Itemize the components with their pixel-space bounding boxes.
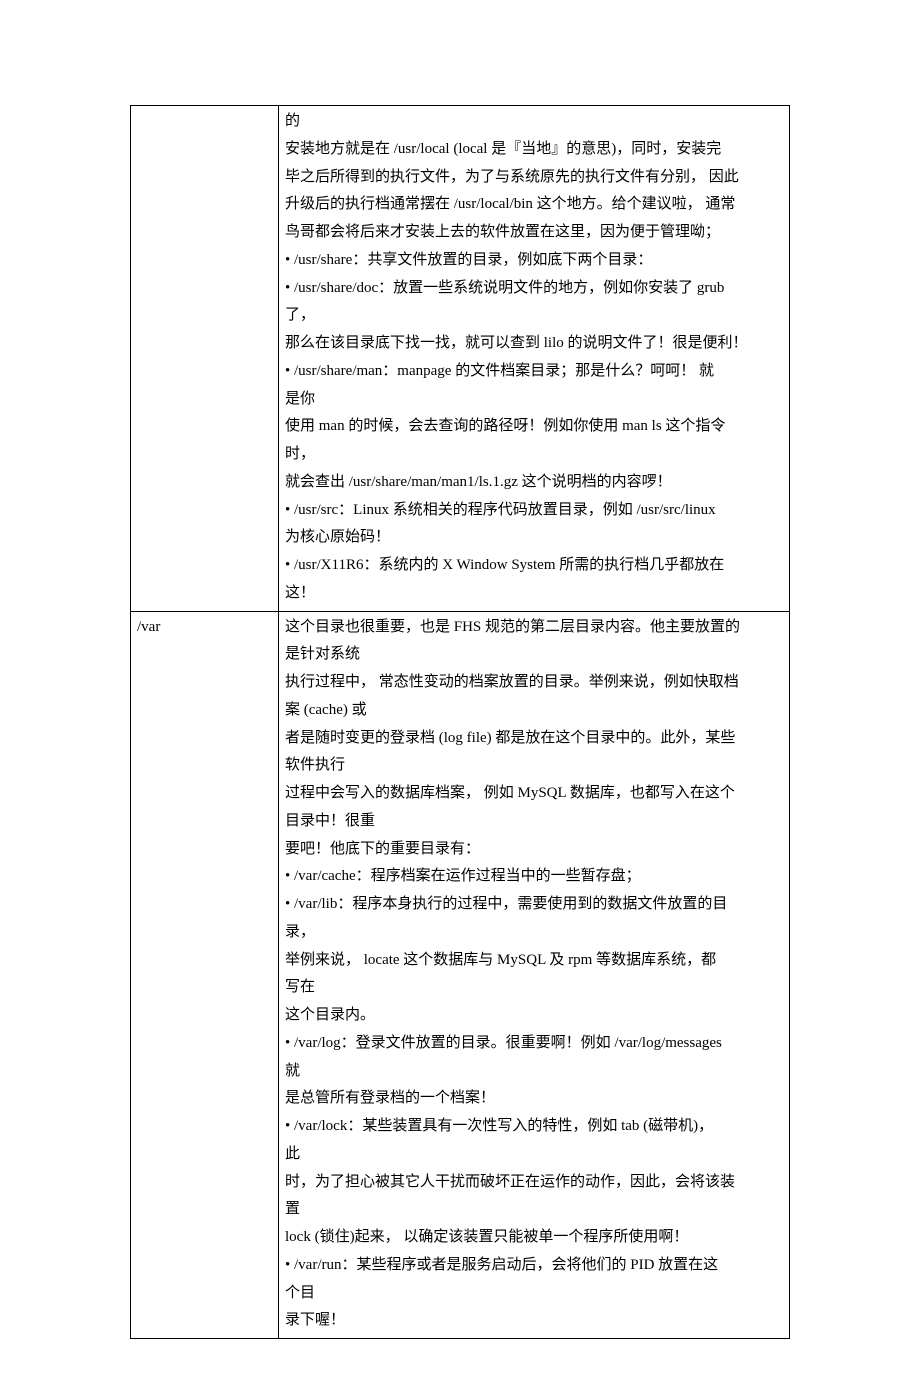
description-line: 录， xyxy=(285,919,783,947)
description-line: • /usr/X11R6：系统内的 X Window System 所需的执行档… xyxy=(285,552,783,580)
description-line: 时，为了担心被其它人干扰而破坏正在运作的动作，因此，会将该装 xyxy=(285,1169,783,1197)
description-line: 写在 xyxy=(285,974,783,1002)
description-line: 此 xyxy=(285,1141,783,1169)
document-page: 的安装地方就是在 /usr/local (local 是『当地』的意思)，同时，… xyxy=(0,0,920,1399)
description-line: 了， xyxy=(285,302,783,330)
description-line: 毕之后所得到的执行文件，为了与系统原先的执行文件有分别， 因此 xyxy=(285,164,783,192)
description-line: • /var/lock：某些装置具有一次性写入的特性，例如 tab (磁带机)， xyxy=(285,1113,783,1141)
description-line: 软件执行 xyxy=(285,752,783,780)
directory-name-cell: /var xyxy=(131,611,279,1339)
description-line: • /var/lib：程序本身执行的过程中，需要使用到的数据文件放置的目 xyxy=(285,891,783,919)
description-line: 那么在该目录底下找一找，就可以查到 lilo 的说明文件了！很是便利！ xyxy=(285,330,783,358)
description-line: 目录中！很重 xyxy=(285,808,783,836)
description-line: 是总管所有登录档的一个档案！ xyxy=(285,1085,783,1113)
description-line: • /usr/src：Linux 系统相关的程序代码放置目录，例如 /usr/s… xyxy=(285,497,783,525)
description-line: 者是随时变更的登录档 (log file) 都是放在这个目录中的。此外，某些 xyxy=(285,725,783,753)
table-row: 的安装地方就是在 /usr/local (local 是『当地』的意思)，同时，… xyxy=(131,106,790,612)
description-line: 就会查出 /usr/share/man/man1/ls.1.gz 这个说明档的内… xyxy=(285,469,783,497)
description-line: 使用 man 的时候，会去查询的路径呀！例如你使用 man ls 这个指令 xyxy=(285,413,783,441)
description-line: 就 xyxy=(285,1058,783,1086)
description-line: • /var/run：某些程序或者是服务启动后，会将他们的 PID 放置在这 xyxy=(285,1252,783,1280)
directory-description-cell: 的安装地方就是在 /usr/local (local 是『当地』的意思)，同时，… xyxy=(279,106,790,612)
description-line: 置 xyxy=(285,1196,783,1224)
description-line: 升级后的执行档通常摆在 /usr/local/bin 这个地方。给个建议啦， 通… xyxy=(285,191,783,219)
directory-description-cell: 这个目录也很重要，也是 FHS 规范的第二层目录内容。他主要放置的是针对系统执行… xyxy=(279,611,790,1339)
description-line: lock (锁住)起来， 以确定该装置只能被单一个程序所使用啊！ xyxy=(285,1224,783,1252)
description-line: 过程中会写入的数据库档案， 例如 MySQL 数据库，也都写入在这个 xyxy=(285,780,783,808)
description-line: • /usr/share：共享文件放置的目录，例如底下两个目录： xyxy=(285,247,783,275)
description-line: 是针对系统 xyxy=(285,641,783,669)
directory-name-cell xyxy=(131,106,279,612)
description-line: • /var/cache：程序档案在运作过程当中的一些暂存盘； xyxy=(285,863,783,891)
description-line: 这！ xyxy=(285,580,783,608)
description-line: 举例来说， locate 这个数据库与 MySQL 及 rpm 等数据库系统，都 xyxy=(285,947,783,975)
description-line: 个目 xyxy=(285,1280,783,1308)
description-line: 录下喔！ xyxy=(285,1307,783,1335)
description-line: • /var/log：登录文件放置的目录。很重要啊！例如 /var/log/me… xyxy=(285,1030,783,1058)
directory-table: 的安装地方就是在 /usr/local (local 是『当地』的意思)，同时，… xyxy=(130,105,790,1339)
description-line: • /usr/share/man：manpage 的文件档案目录；那是什么？呵呵… xyxy=(285,358,783,386)
description-line: 这个目录也很重要，也是 FHS 规范的第二层目录内容。他主要放置的 xyxy=(285,614,783,642)
description-line: 的 xyxy=(285,108,783,136)
description-line: 为核心原始码！ xyxy=(285,524,783,552)
description-line: 这个目录内。 xyxy=(285,1002,783,1030)
table-row: /var这个目录也很重要，也是 FHS 规范的第二层目录内容。他主要放置的是针对… xyxy=(131,611,790,1339)
description-line: 鸟哥都会将后来才安装上去的软件放置在这里，因为便于管理呦； xyxy=(285,219,783,247)
description-line: 案 (cache) 或 xyxy=(285,697,783,725)
description-line: 时， xyxy=(285,441,783,469)
description-line: 安装地方就是在 /usr/local (local 是『当地』的意思)，同时，安… xyxy=(285,136,783,164)
description-line: 执行过程中， 常态性变动的档案放置的目录。举例来说，例如快取档 xyxy=(285,669,783,697)
description-line: • /usr/share/doc：放置一些系统说明文件的地方，例如你安装了 gr… xyxy=(285,275,783,303)
description-line: 要吧！他底下的重要目录有： xyxy=(285,836,783,864)
description-line: 是你 xyxy=(285,386,783,414)
